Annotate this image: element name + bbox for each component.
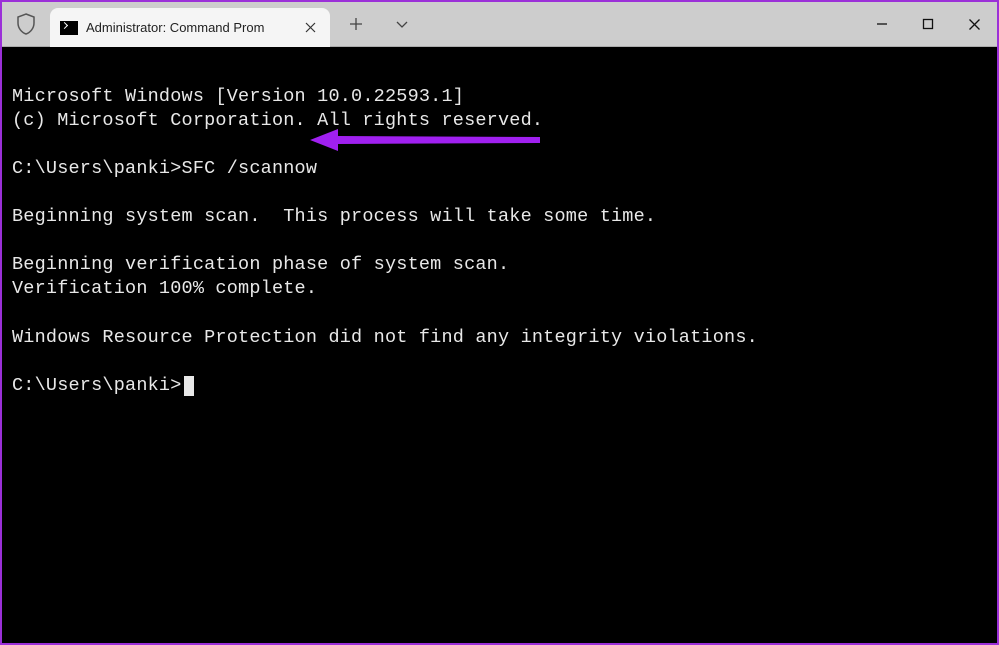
tab-dropdown-button[interactable] bbox=[388, 10, 416, 38]
shield-icon bbox=[16, 13, 36, 35]
maximize-icon bbox=[922, 18, 934, 30]
shield-region bbox=[2, 2, 50, 46]
output-line: Microsoft Windows [Version 10.0.22593.1] bbox=[12, 86, 464, 107]
prompt-command: SFC /scannow bbox=[182, 158, 318, 179]
output-line: (c) Microsoft Corporation. All rights re… bbox=[12, 110, 543, 131]
close-icon bbox=[305, 22, 316, 33]
terminal-cursor bbox=[184, 376, 194, 396]
new-tab-button[interactable] bbox=[342, 10, 370, 38]
output-line: Verification 100% complete. bbox=[12, 278, 317, 299]
close-window-button[interactable] bbox=[951, 2, 997, 46]
chevron-down-icon bbox=[395, 20, 409, 29]
minimize-icon bbox=[876, 18, 888, 30]
window-controls bbox=[859, 2, 997, 46]
prompt-prefix: C:\Users\panki> bbox=[12, 158, 182, 179]
titlebar: Administrator: Command Prom bbox=[2, 2, 997, 47]
maximize-button[interactable] bbox=[905, 2, 951, 46]
output-line: Windows Resource Protection did not find… bbox=[12, 327, 758, 348]
prompt-prefix: C:\Users\panki> bbox=[12, 375, 182, 396]
terminal-output[interactable]: Microsoft Windows [Version 10.0.22593.1]… bbox=[2, 47, 997, 643]
tab-close-button[interactable] bbox=[300, 18, 320, 38]
active-tab[interactable]: Administrator: Command Prom bbox=[50, 8, 330, 47]
output-line: Beginning verification phase of system s… bbox=[12, 254, 509, 275]
plus-icon bbox=[349, 17, 363, 31]
close-icon bbox=[968, 18, 981, 31]
tab-actions bbox=[330, 2, 416, 46]
minimize-button[interactable] bbox=[859, 2, 905, 46]
cmd-icon bbox=[60, 21, 78, 35]
titlebar-drag-region[interactable] bbox=[416, 2, 859, 46]
tab-title: Administrator: Command Prom bbox=[86, 20, 292, 35]
output-line: Beginning system scan. This process will… bbox=[12, 206, 656, 227]
